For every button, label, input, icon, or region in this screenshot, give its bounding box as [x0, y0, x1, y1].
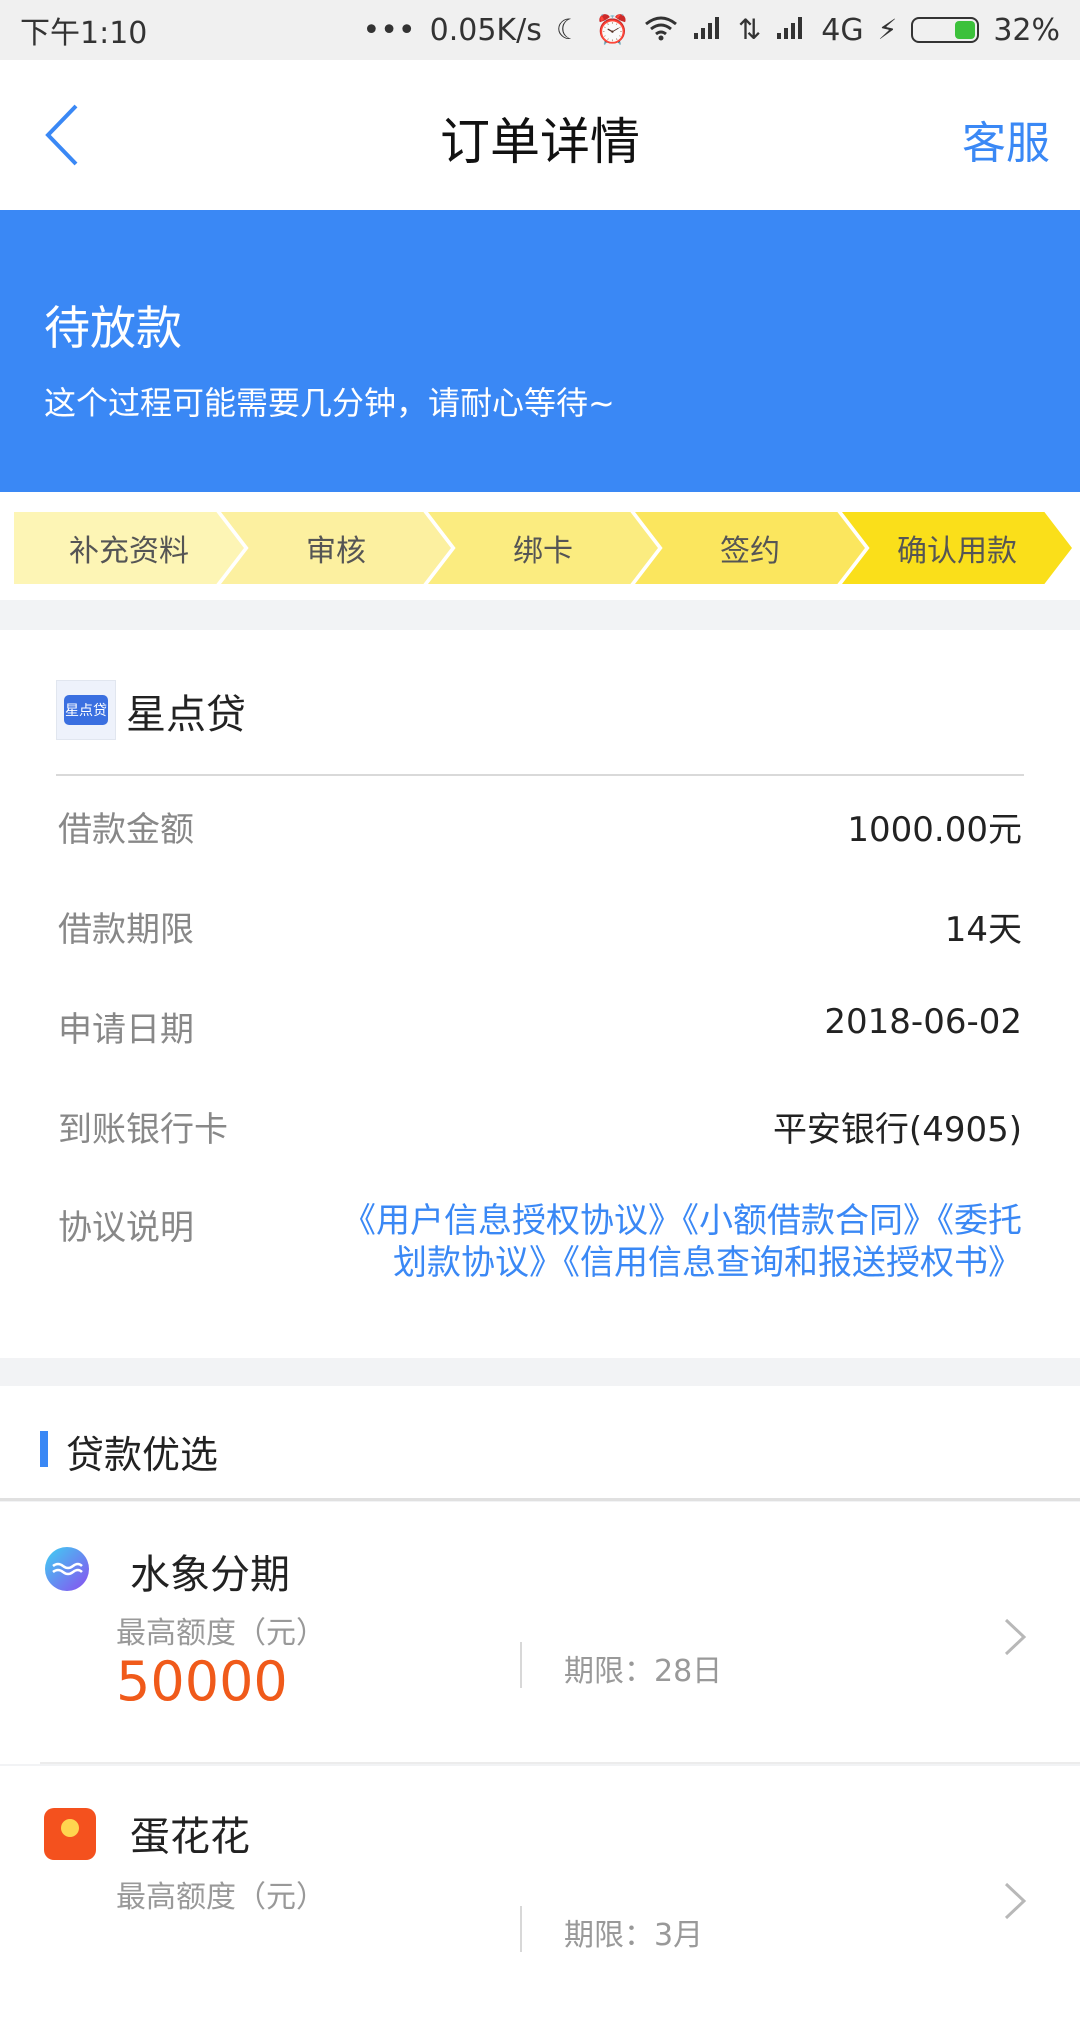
divider: [0, 1498, 1080, 1501]
row-value: 14天: [944, 910, 1022, 950]
row-label: 申请日期: [58, 1010, 194, 1050]
row-value: 1000.00元: [847, 810, 1022, 850]
status-description: 这个过程可能需要几分钟，请耐心等待~: [44, 384, 615, 422]
row-value: 平安银行(4905): [772, 1110, 1022, 1150]
step-bind-card: 绑卡: [428, 512, 658, 584]
section-accent-bar: [40, 1431, 48, 1467]
product-logo: 星点贷: [56, 680, 116, 740]
status-time: 下午1:10: [20, 16, 148, 51]
product-logo-mark: 星点贷: [64, 695, 108, 725]
detail-row-date: 申请日期 2018-06-02: [58, 1002, 1022, 1052]
row-label: 到账银行卡: [58, 1110, 228, 1150]
progress-steps: 补充资料 审核 绑卡 签约 确认用款: [0, 492, 1080, 600]
quota-amount: 50000: [116, 1650, 288, 1713]
page-title: 订单详情: [440, 113, 640, 171]
divider: [520, 1642, 522, 1688]
customer-service-button[interactable]: 客服: [962, 107, 1050, 171]
row-label: 借款金额: [58, 810, 194, 850]
detail-row-amount: 借款金额 1000.00元: [58, 802, 1022, 852]
charging-icon: ⚡: [877, 13, 898, 46]
step-sign: 签约: [635, 512, 865, 584]
moon-icon: ☾: [555, 13, 581, 46]
row-value: 2018-06-02: [824, 1002, 1022, 1042]
status-icons: ••• 0.05K/s ☾ ⏰ ⇅ 4G ⚡ 32%: [363, 13, 1060, 48]
step-confirm: 确认用款: [842, 512, 1072, 584]
alarm-icon: ⏰: [594, 13, 630, 46]
network-type: 4G: [821, 12, 864, 48]
offer-term: 期限：28日: [564, 1654, 723, 1689]
product-name: 星点贷: [126, 692, 246, 738]
chevron-right-icon: [1000, 1876, 1030, 1926]
divider: [56, 774, 1024, 776]
water-wave-icon: [44, 1546, 90, 1592]
detail-row-bank-card: 到账银行卡 平安银行(4905): [58, 1102, 1022, 1152]
status-banner: 待放款 这个过程可能需要几分钟，请耐心等待~: [0, 210, 1080, 492]
offer-item[interactable]: 水象分期 最高额度（元） 50000 期限：28日: [0, 1502, 1080, 1764]
row-label: 协议说明: [58, 1208, 194, 1248]
offer-item[interactable]: 蛋花花 最高额度（元） 期限：3月: [0, 1766, 1080, 2028]
section-title: 贷款优选: [66, 1433, 219, 1477]
step-review: 审核: [221, 512, 451, 584]
wifi-icon: [644, 15, 678, 46]
status-bar: 下午1:10 ••• 0.05K/s ☾ ⏰ ⇅ 4G ⚡ 32%: [0, 0, 1080, 60]
agreement-links[interactable]: 《用户信息授权协议》《小额借款合同》《委托划款协议》《信用信息查询和报送授权书》: [322, 1200, 1022, 1284]
battery-percent: 32%: [993, 12, 1060, 48]
order-status: 待放款: [44, 301, 182, 355]
chevron-right-icon: [1000, 1612, 1030, 1662]
detail-row-term: 借款期限 14天: [58, 902, 1022, 952]
more-dots-icon: •••: [362, 12, 416, 48]
danhuahua-logo-icon: [44, 1808, 96, 1860]
loan-detail-card: 星点贷 星点贷 借款金额 1000.00元 借款期限 14天 申请日期 2018…: [0, 630, 1080, 1358]
data-transfer-icon: ⇅: [737, 13, 762, 46]
battery-icon: [911, 17, 980, 43]
offer-name: 蛋花花: [130, 1814, 250, 1860]
step-supplement: 补充资料: [14, 512, 244, 584]
quota-label: 最高额度（元）: [116, 1616, 326, 1651]
recommend-header: 贷款优选: [0, 1386, 1080, 1498]
nav-bar: 订单详情 客服: [0, 60, 1080, 210]
offer-term: 期限：3月: [564, 1918, 704, 1953]
divider: [40, 1762, 1080, 1764]
offer-name: 水象分期: [130, 1552, 290, 1598]
signal-icon-2: [775, 15, 807, 46]
divider: [520, 1906, 522, 1952]
signal-icon: [692, 15, 724, 46]
quota-label: 最高额度（元）: [116, 1880, 326, 1915]
network-speed: 0.05K/s: [429, 12, 542, 48]
row-label: 借款期限: [58, 910, 194, 950]
